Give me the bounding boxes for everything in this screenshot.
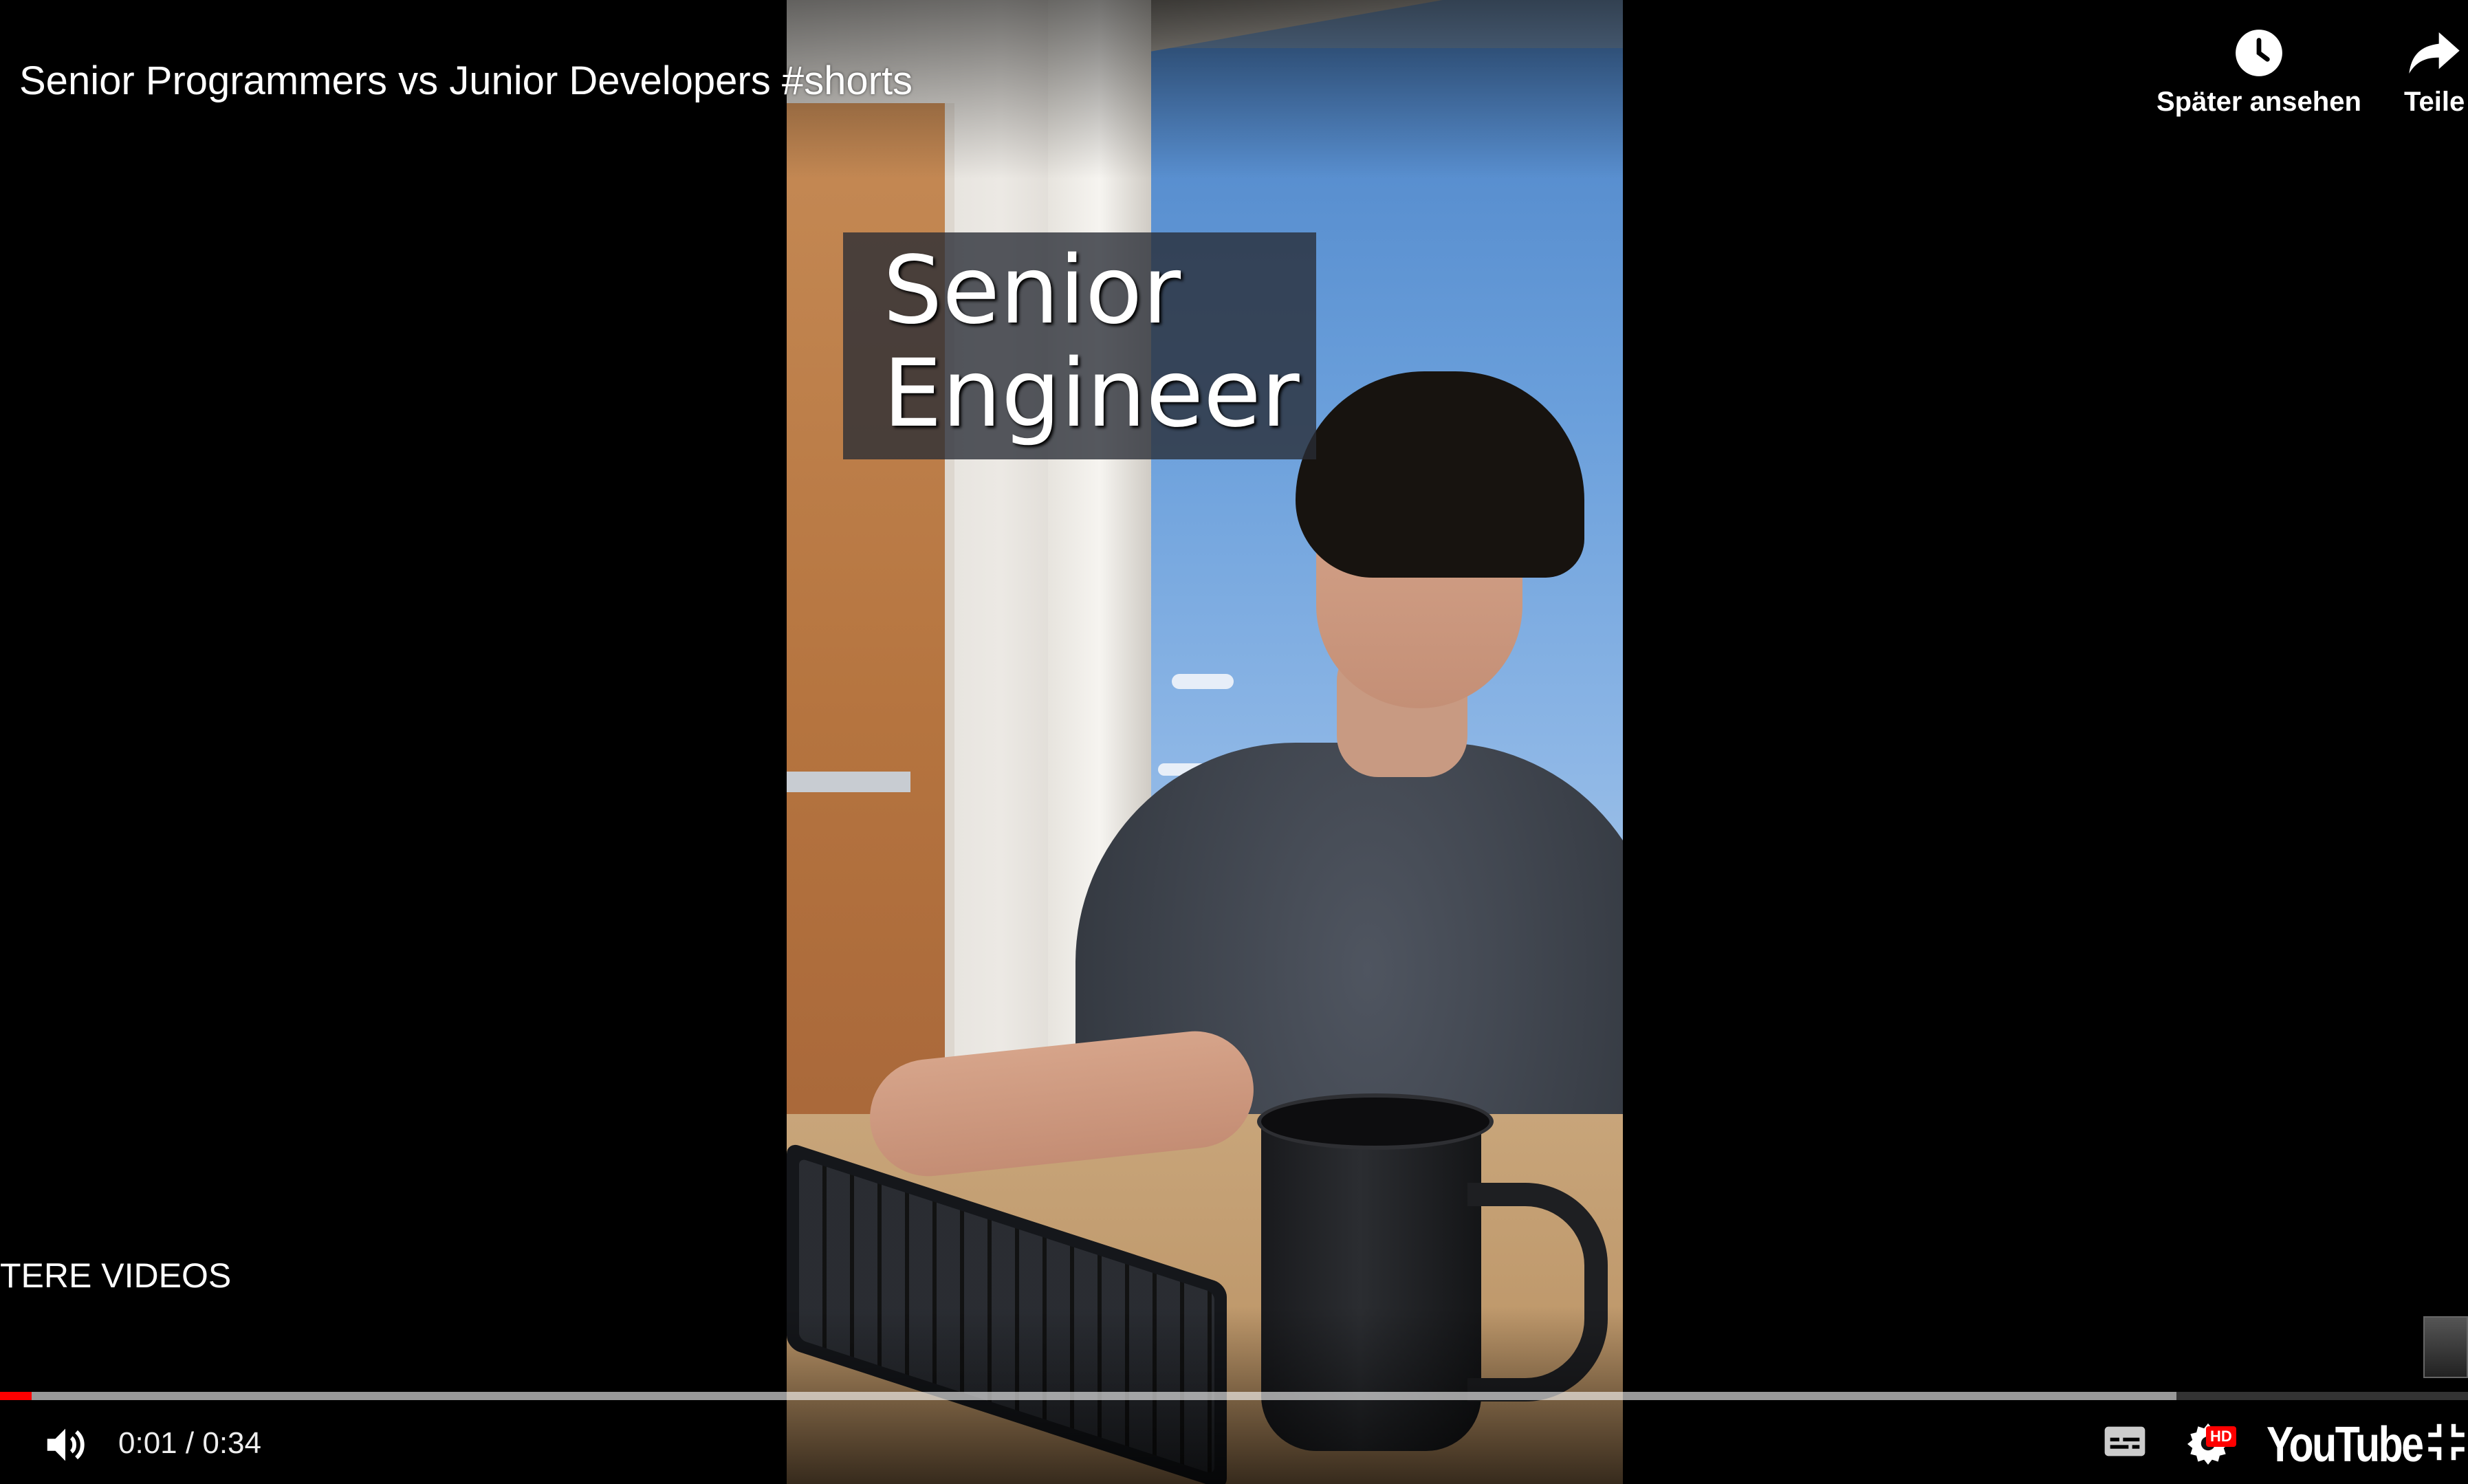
clock-icon — [2236, 30, 2282, 76]
video-title[interactable]: Senior Programmers vs Junior Developers … — [19, 58, 913, 104]
more-videos-button[interactable]: TERE VIDEOS — [0, 1256, 231, 1296]
volume-icon — [47, 1428, 85, 1461]
time-separator: / — [185, 1426, 195, 1460]
watch-later-button[interactable]: Später ansehen — [2156, 28, 2361, 118]
progress-loaded — [0, 1392, 2177, 1400]
video-caption: Senior Engineer — [843, 232, 1316, 459]
video-frame[interactable]: Senior Engineer — [787, 0, 1623, 1484]
subtitles-icon — [2104, 1426, 2145, 1456]
caption-line-1: Senior — [883, 237, 1181, 345]
door-rail — [787, 772, 910, 792]
caption-line-2: Engineer — [883, 340, 1300, 448]
volume-button[interactable] — [41, 1421, 89, 1472]
hd-badge: HD — [2206, 1426, 2236, 1447]
share-arrow-icon — [2409, 32, 2460, 74]
youtube-logo[interactable]: YouTube — [2267, 1417, 2424, 1473]
progress-played — [0, 1392, 32, 1400]
share-button[interactable]: Teile — [2404, 28, 2465, 118]
exit-fullscreen-button[interactable] — [2425, 1419, 2468, 1468]
exit-fullscreen-icon — [2428, 1423, 2465, 1461]
watch-later-label: Später ansehen — [2156, 87, 2361, 117]
current-time: 0:01 — [118, 1426, 177, 1460]
duration: 0:34 — [202, 1426, 261, 1460]
share-label: Teile — [2404, 87, 2465, 117]
progress-bar[interactable] — [0, 1392, 2468, 1400]
next-video-thumbnail[interactable] — [2423, 1316, 2468, 1378]
time-display: 0:01 / 0:34 — [118, 1426, 261, 1461]
subtitles-button[interactable] — [2103, 1419, 2147, 1467]
